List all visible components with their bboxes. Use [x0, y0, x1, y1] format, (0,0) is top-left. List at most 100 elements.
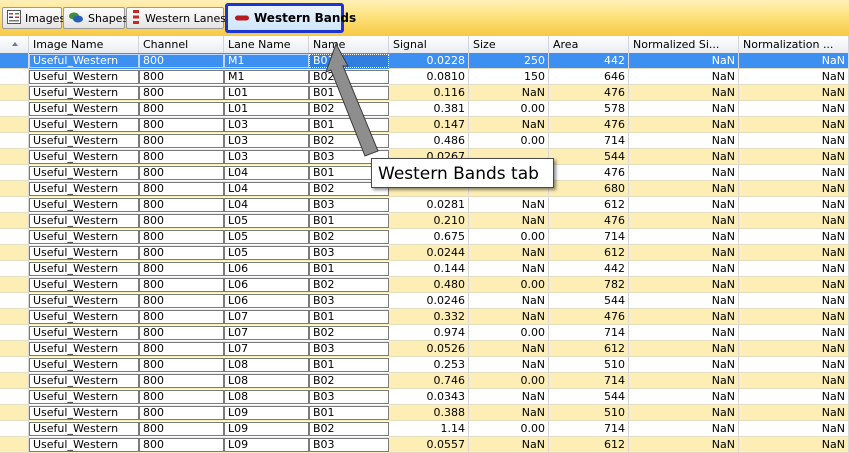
- channel-cell[interactable]: 800: [139, 342, 224, 356]
- image-name-cell[interactable]: Useful_Western: [29, 150, 139, 164]
- table-row[interactable]: Useful_Western 800 M1 B01 0.0228 250 442 NaN NaN: [0, 53, 849, 69]
- band-name-cell[interactable]: B02: [309, 70, 389, 84]
- column-header-lane-name[interactable]: Lane Name: [224, 36, 309, 53]
- normalization-cell[interactable]: NaN: [739, 197, 849, 213]
- band-name-cell[interactable]: B01: [309, 262, 389, 276]
- lane-name-cell[interactable]: L08: [224, 358, 309, 372]
- column-header-size[interactable]: Size: [469, 36, 549, 53]
- channel-cell[interactable]: 800: [139, 166, 224, 180]
- table-row[interactable]: Useful_Western 800 L06 B03 0.0246 NaN 544 NaN Na…: [0, 293, 849, 309]
- row-indicator[interactable]: [0, 165, 29, 181]
- image-name-cell[interactable]: Useful_Western: [29, 70, 139, 84]
- lane-name-cell[interactable]: L05: [224, 246, 309, 260]
- area-cell[interactable]: 544: [549, 149, 629, 165]
- band-name-cell[interactable]: B03: [309, 294, 389, 308]
- band-name-cell[interactable]: B01: [309, 54, 389, 68]
- normalization-cell[interactable]: NaN: [739, 133, 849, 149]
- lane-name-cell[interactable]: M1: [224, 54, 309, 68]
- row-indicator[interactable]: [0, 325, 29, 341]
- normalized-signal-cell[interactable]: NaN: [629, 181, 739, 197]
- area-cell[interactable]: 714: [549, 325, 629, 341]
- table-row[interactable]: Useful_Western 800 L08 B03 0.0343 NaN 544 NaN Na…: [0, 389, 849, 405]
- channel-cell[interactable]: 800: [139, 102, 224, 116]
- normalized-signal-cell[interactable]: NaN: [629, 309, 739, 325]
- lane-name-cell[interactable]: L06: [224, 262, 309, 276]
- table-row[interactable]: Useful_Western 800 L07 B02 0.974 0.00 714 NaN Na…: [0, 325, 849, 341]
- normalization-cell[interactable]: NaN: [739, 437, 849, 453]
- image-name-cell[interactable]: Useful_Western: [29, 118, 139, 132]
- table-row[interactable]: Useful_Western 800 L09 B01 0.388 NaN 510 NaN NaN: [0, 405, 849, 421]
- column-header-normalization[interactable]: Normalization ...: [739, 36, 849, 53]
- area-cell[interactable]: 442: [549, 261, 629, 277]
- normalization-cell[interactable]: NaN: [739, 373, 849, 389]
- image-name-cell[interactable]: Useful_Western: [29, 358, 139, 372]
- area-cell[interactable]: 476: [549, 85, 629, 101]
- normalized-signal-cell[interactable]: NaN: [629, 421, 739, 437]
- lane-name-cell[interactable]: L01: [224, 86, 309, 100]
- band-name-cell[interactable]: B03: [309, 390, 389, 404]
- normalized-signal-cell[interactable]: NaN: [629, 101, 739, 117]
- row-indicator[interactable]: [0, 229, 29, 245]
- image-name-cell[interactable]: Useful_Western: [29, 374, 139, 388]
- row-indicator[interactable]: [0, 389, 29, 405]
- normalization-cell[interactable]: NaN: [739, 261, 849, 277]
- normalization-cell[interactable]: NaN: [739, 213, 849, 229]
- signal-cell[interactable]: 0.144: [389, 261, 469, 277]
- band-name-cell[interactable]: B03: [309, 438, 389, 452]
- band-name-cell[interactable]: B02: [309, 374, 389, 388]
- image-name-cell[interactable]: Useful_Western: [29, 198, 139, 212]
- area-cell[interactable]: 476: [549, 165, 629, 181]
- size-cell[interactable]: NaN: [469, 341, 549, 357]
- lane-name-cell[interactable]: L06: [224, 278, 309, 292]
- table-row[interactable]: Useful_Western 800 L03 B02 0.486 0.00 714 NaN Na…: [0, 133, 849, 149]
- row-indicator[interactable]: [0, 69, 29, 85]
- normalized-signal-cell[interactable]: NaN: [629, 229, 739, 245]
- area-cell[interactable]: 476: [549, 309, 629, 325]
- normalization-cell[interactable]: NaN: [739, 277, 849, 293]
- area-cell[interactable]: 476: [549, 117, 629, 133]
- row-indicator[interactable]: [0, 293, 29, 309]
- row-indicator[interactable]: [0, 149, 29, 165]
- table-row[interactable]: Useful_Western 800 L05 B01 0.210 NaN 476 NaN NaN: [0, 213, 849, 229]
- normalization-cell[interactable]: NaN: [739, 357, 849, 373]
- size-cell[interactable]: NaN: [469, 357, 549, 373]
- signal-cell[interactable]: 0.381: [389, 101, 469, 117]
- size-cell[interactable]: NaN: [469, 117, 549, 133]
- lane-name-cell[interactable]: L04: [224, 166, 309, 180]
- normalized-signal-cell[interactable]: NaN: [629, 197, 739, 213]
- image-name-cell[interactable]: Useful_Western: [29, 278, 139, 292]
- table-row[interactable]: Useful_Western 800 L08 B02 0.746 0.00 714 NaN Na…: [0, 373, 849, 389]
- signal-cell[interactable]: 0.675: [389, 229, 469, 245]
- area-cell[interactable]: 578: [549, 101, 629, 117]
- lane-name-cell[interactable]: L05: [224, 214, 309, 228]
- table-row[interactable]: Useful_Western 800 L04 B03 0.0281 NaN 612 NaN Na…: [0, 197, 849, 213]
- band-name-cell[interactable]: B01: [309, 118, 389, 132]
- area-cell[interactable]: 476: [549, 213, 629, 229]
- channel-cell[interactable]: 800: [139, 246, 224, 260]
- image-name-cell[interactable]: Useful_Western: [29, 294, 139, 308]
- table-row[interactable]: Useful_Western 800 L06 B01 0.144 NaN 442 NaN NaN: [0, 261, 849, 277]
- lane-name-cell[interactable]: L07: [224, 326, 309, 340]
- row-indicator[interactable]: [0, 133, 29, 149]
- normalized-signal-cell[interactable]: NaN: [629, 293, 739, 309]
- image-name-cell[interactable]: Useful_Western: [29, 406, 139, 420]
- size-cell[interactable]: NaN: [469, 85, 549, 101]
- channel-cell[interactable]: 800: [139, 326, 224, 340]
- signal-cell[interactable]: 0.0244: [389, 245, 469, 261]
- row-indicator[interactable]: [0, 277, 29, 293]
- band-name-cell[interactable]: B02: [309, 278, 389, 292]
- row-indicator[interactable]: [0, 261, 29, 277]
- row-indicator[interactable]: [0, 117, 29, 133]
- band-name-cell[interactable]: B03: [309, 342, 389, 356]
- band-name-cell[interactable]: B02: [309, 422, 389, 436]
- table-row[interactable]: Useful_Western 800 L09 B03 0.0557 NaN 612 NaN Na…: [0, 437, 849, 453]
- lane-name-cell[interactable]: L07: [224, 310, 309, 324]
- table-row[interactable]: Useful_Western 800 L01 B02 0.381 0.00 578 NaN Na…: [0, 101, 849, 117]
- channel-cell[interactable]: 800: [139, 374, 224, 388]
- column-header-signal[interactable]: Signal: [389, 36, 469, 53]
- size-cell[interactable]: 150: [469, 69, 549, 85]
- size-cell[interactable]: NaN: [469, 389, 549, 405]
- band-name-cell[interactable]: B01: [309, 86, 389, 100]
- image-name-cell[interactable]: Useful_Western: [29, 262, 139, 276]
- image-name-cell[interactable]: Useful_Western: [29, 326, 139, 340]
